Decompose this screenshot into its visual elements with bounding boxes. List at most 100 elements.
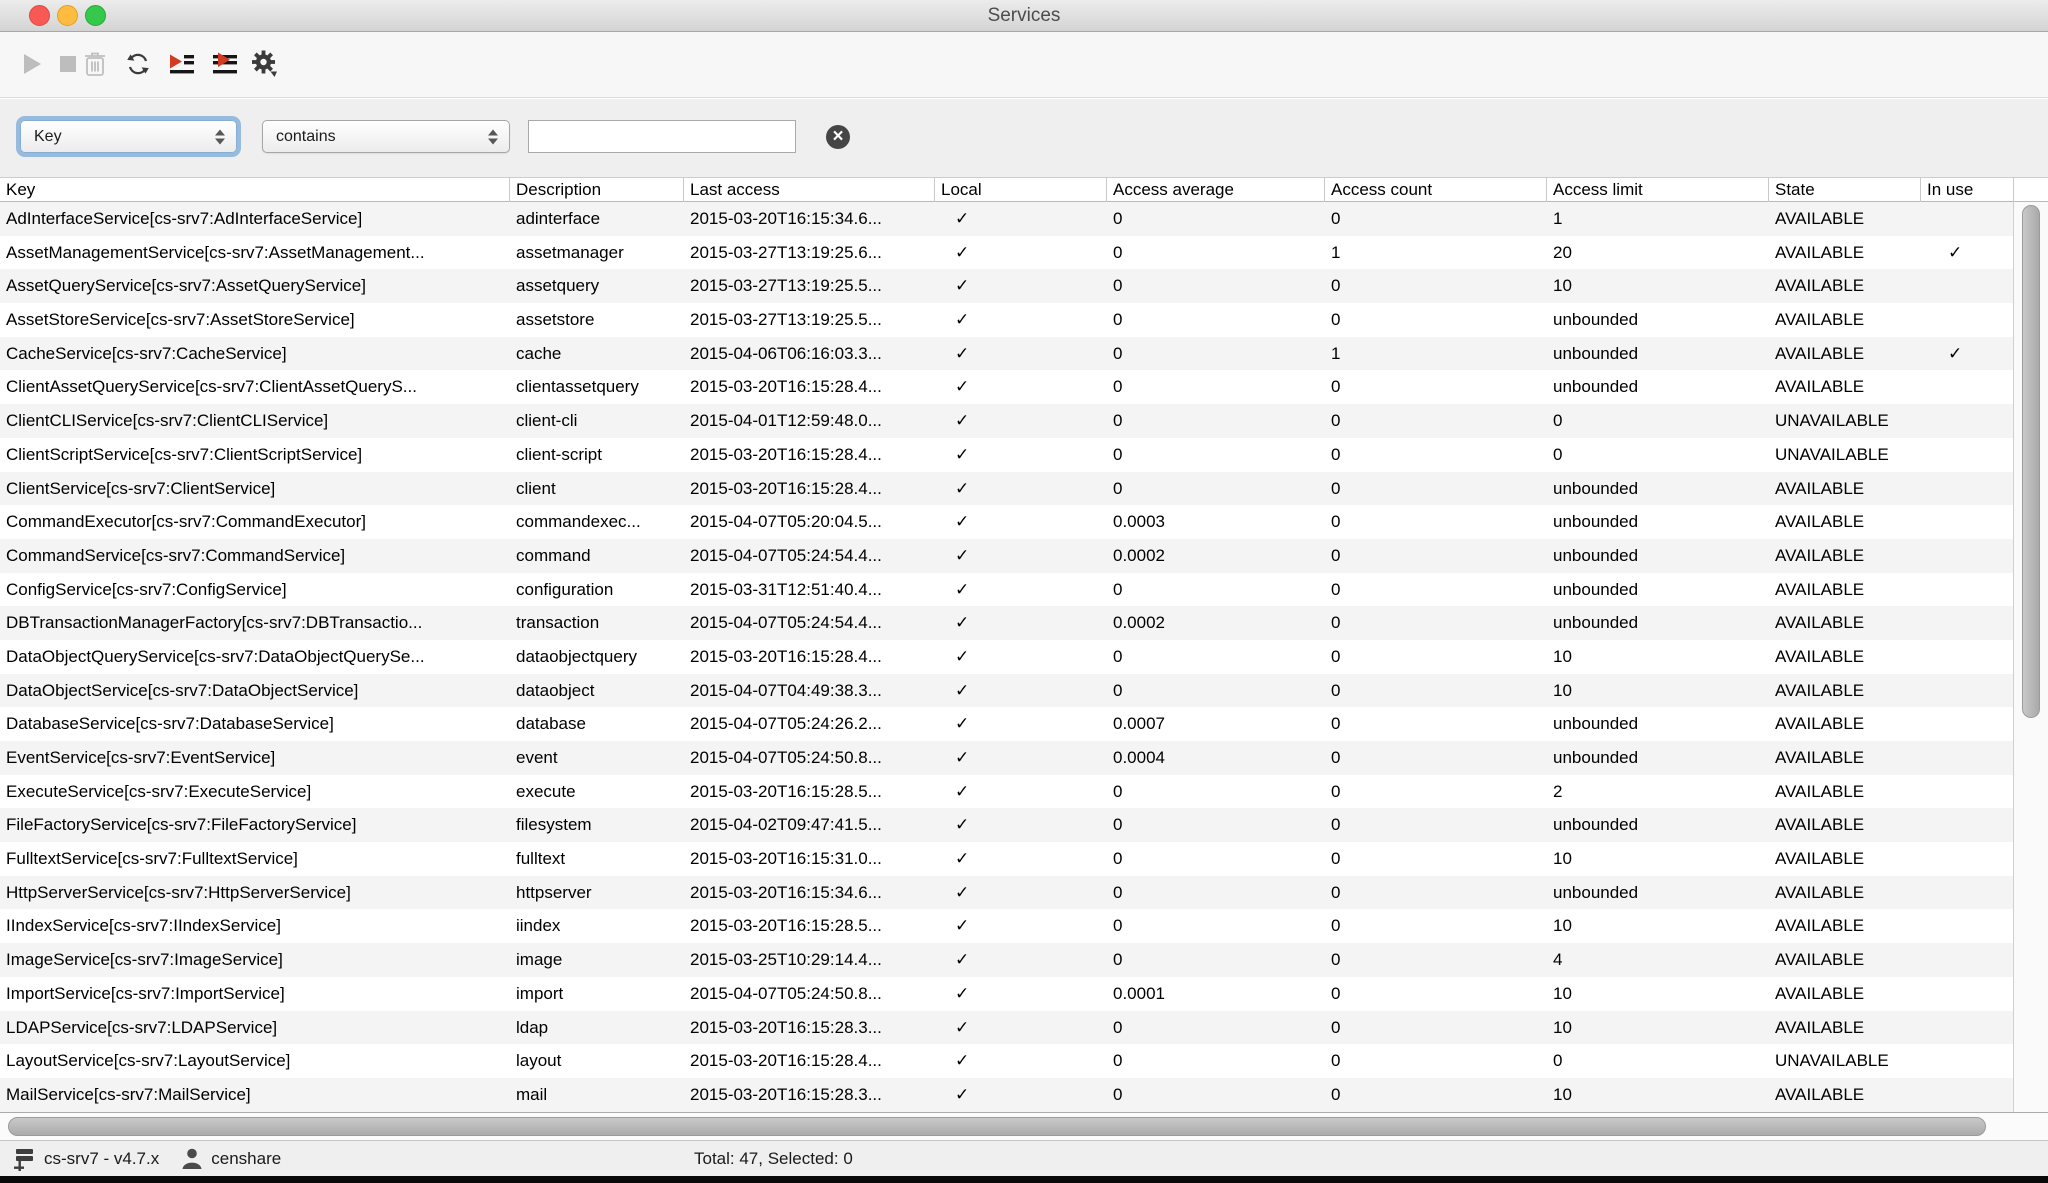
run-to-cursor-icon <box>168 51 196 82</box>
table-row[interactable]: CacheService[cs-srv7:CacheService]cache2… <box>0 337 2048 371</box>
table-row[interactable]: AssetManagementService[cs-srv7:AssetMana… <box>0 236 2048 270</box>
cell-in_use <box>1921 909 2014 943</box>
cell-local: ✓ <box>935 1078 1107 1112</box>
table-row[interactable]: DatabaseService[cs-srv7:DatabaseService]… <box>0 707 2048 741</box>
column-header-access_limit[interactable]: Access limit <box>1547 178 1769 202</box>
cell-access_limit: 10 <box>1547 640 1769 674</box>
cell-access_average: 0.0002 <box>1107 606 1325 640</box>
cell-access_count: 0 <box>1325 404 1547 438</box>
cell-access_count: 0 <box>1325 303 1547 337</box>
cell-access_average: 0 <box>1107 269 1325 303</box>
cell-access_average: 0 <box>1107 370 1325 404</box>
column-header-local[interactable]: Local <box>935 178 1107 202</box>
cell-description: database <box>510 707 684 741</box>
cell-key: DataObjectQueryService[cs-srv7:DataObjec… <box>0 640 510 674</box>
table-row[interactable]: IIndexService[cs-srv7:IIndexService]iind… <box>0 909 2048 943</box>
table-row[interactable]: ExecuteService[cs-srv7:ExecuteService]ex… <box>0 775 2048 809</box>
cell-access_limit: unbounded <box>1547 370 1769 404</box>
table-row[interactable]: ClientScriptService[cs-srv7:ClientScript… <box>0 438 2048 472</box>
cell-state: AVAILABLE <box>1769 775 1921 809</box>
clear-filter-button[interactable]: × <box>826 125 850 149</box>
cell-access_average: 0 <box>1107 404 1325 438</box>
cell-key: AdInterfaceService[cs-srv7:AdInterfaceSe… <box>0 202 510 236</box>
column-header-key[interactable]: Key <box>0 178 510 202</box>
cell-in_use <box>1921 1044 2014 1078</box>
table-row[interactable]: ClientCLIService[cs-srv7:ClientCLIServic… <box>0 404 2048 438</box>
cell-local: ✓ <box>935 775 1107 809</box>
cell-state: AVAILABLE <box>1769 370 1921 404</box>
cell-key: ClientCLIService[cs-srv7:ClientCLIServic… <box>0 404 510 438</box>
cell-local: ✓ <box>935 236 1107 270</box>
table-row[interactable]: LayoutService[cs-srv7:LayoutService]layo… <box>0 1044 2048 1078</box>
cell-key: ImportService[cs-srv7:ImportService] <box>0 977 510 1011</box>
cell-access_count: 0 <box>1325 505 1547 539</box>
cell-access_count: 0 <box>1325 707 1547 741</box>
cell-access_limit: unbounded <box>1547 707 1769 741</box>
cell-access_count: 0 <box>1325 640 1547 674</box>
cell-access_limit: unbounded <box>1547 505 1769 539</box>
column-header-access_average[interactable]: Access average <box>1107 178 1325 202</box>
user-icon <box>181 1147 203 1171</box>
cell-local: ✓ <box>935 573 1107 607</box>
cell-description: dataobject <box>510 674 684 708</box>
step-over-button[interactable] <box>208 50 242 82</box>
start-icon <box>20 51 44 82</box>
column-header-last_access[interactable]: Last access <box>684 178 935 202</box>
cell-description: client-script <box>510 438 684 472</box>
table-row[interactable]: EventService[cs-srv7:EventService]event2… <box>0 741 2048 775</box>
settings-button[interactable] <box>247 50 281 82</box>
cell-local: ✓ <box>935 1011 1107 1045</box>
cell-access_limit: unbounded <box>1547 606 1769 640</box>
vertical-scrollbar-thumb[interactable] <box>2022 205 2040 718</box>
cell-last_access: 2015-04-07T05:24:26.2... <box>684 707 935 741</box>
cell-access_count: 0 <box>1325 573 1547 607</box>
cell-access_count: 0 <box>1325 370 1547 404</box>
table-row[interactable]: AdInterfaceService[cs-srv7:AdInterfaceSe… <box>0 202 2048 236</box>
cell-access_average: 0 <box>1107 202 1325 236</box>
table-row[interactable]: ImportService[cs-srv7:ImportService]impo… <box>0 977 2048 1011</box>
table-row[interactable]: DataObjectService[cs-srv7:DataObjectServ… <box>0 674 2048 708</box>
table-row[interactable]: DataObjectQueryService[cs-srv7:DataObjec… <box>0 640 2048 674</box>
cell-state: AVAILABLE <box>1769 573 1921 607</box>
cell-in_use <box>1921 741 2014 775</box>
cell-local: ✓ <box>935 606 1107 640</box>
filter-query-input[interactable] <box>528 120 796 153</box>
start-button[interactable] <box>15 50 49 82</box>
cell-local: ✓ <box>935 269 1107 303</box>
cell-key: DBTransactionManagerFactory[cs-srv7:DBTr… <box>0 606 510 640</box>
cell-access_average: 0.0001 <box>1107 977 1325 1011</box>
table-row[interactable]: ConfigService[cs-srv7:ConfigService]conf… <box>0 573 2048 607</box>
cell-last_access: 2015-03-20T16:15:28.4... <box>684 370 935 404</box>
table-row[interactable]: ImageService[cs-srv7:ImageService]image2… <box>0 943 2048 977</box>
table-row[interactable]: ClientAssetQueryService[cs-srv7:ClientAs… <box>0 370 2048 404</box>
table-row[interactable]: MailService[cs-srv7:MailService]mail2015… <box>0 1078 2048 1112</box>
table-row[interactable]: AssetQueryService[cs-srv7:AssetQueryServ… <box>0 269 2048 303</box>
cell-key: ExecuteService[cs-srv7:ExecuteService] <box>0 775 510 809</box>
cell-in_use <box>1921 573 2014 607</box>
cell-in_use <box>1921 472 2014 506</box>
column-header-in_use[interactable]: In use <box>1921 178 2014 202</box>
table-row[interactable]: ClientService[cs-srv7:ClientService]clie… <box>0 472 2048 506</box>
table-row[interactable]: CommandExecutor[cs-srv7:CommandExecutor]… <box>0 505 2048 539</box>
table-row[interactable]: CommandService[cs-srv7:CommandService]co… <box>0 539 2048 573</box>
cell-access_limit: unbounded <box>1547 303 1769 337</box>
cell-access_average: 0 <box>1107 1078 1325 1112</box>
table-row[interactable]: FulltextService[cs-srv7:FulltextService]… <box>0 842 2048 876</box>
refresh-button[interactable] <box>121 50 155 82</box>
table-row[interactable]: FileFactoryService[cs-srv7:FileFactorySe… <box>0 808 2048 842</box>
run-to-cursor-button[interactable] <box>165 50 199 82</box>
column-header-state[interactable]: State <box>1769 178 1921 202</box>
table-row[interactable]: DBTransactionManagerFactory[cs-srv7:DBTr… <box>0 606 2048 640</box>
table-row[interactable]: LDAPService[cs-srv7:LDAPService]ldap2015… <box>0 1011 2048 1045</box>
filter-operator-select[interactable]: contains <box>262 120 510 153</box>
column-header-access_count[interactable]: Access count <box>1325 178 1547 202</box>
cell-access_average: 0.0007 <box>1107 707 1325 741</box>
cell-access_average: 0 <box>1107 775 1325 809</box>
table-row[interactable]: HttpServerService[cs-srv7:HttpServerServ… <box>0 876 2048 910</box>
column-header-description[interactable]: Description <box>510 178 684 202</box>
horizontal-scrollbar-thumb[interactable] <box>8 1117 1986 1136</box>
filter-field-select[interactable]: Key <box>20 120 237 153</box>
table-row[interactable]: AssetStoreService[cs-srv7:AssetStoreServ… <box>0 303 2048 337</box>
delete-button[interactable] <box>78 50 112 82</box>
cell-access_average: 0 <box>1107 876 1325 910</box>
